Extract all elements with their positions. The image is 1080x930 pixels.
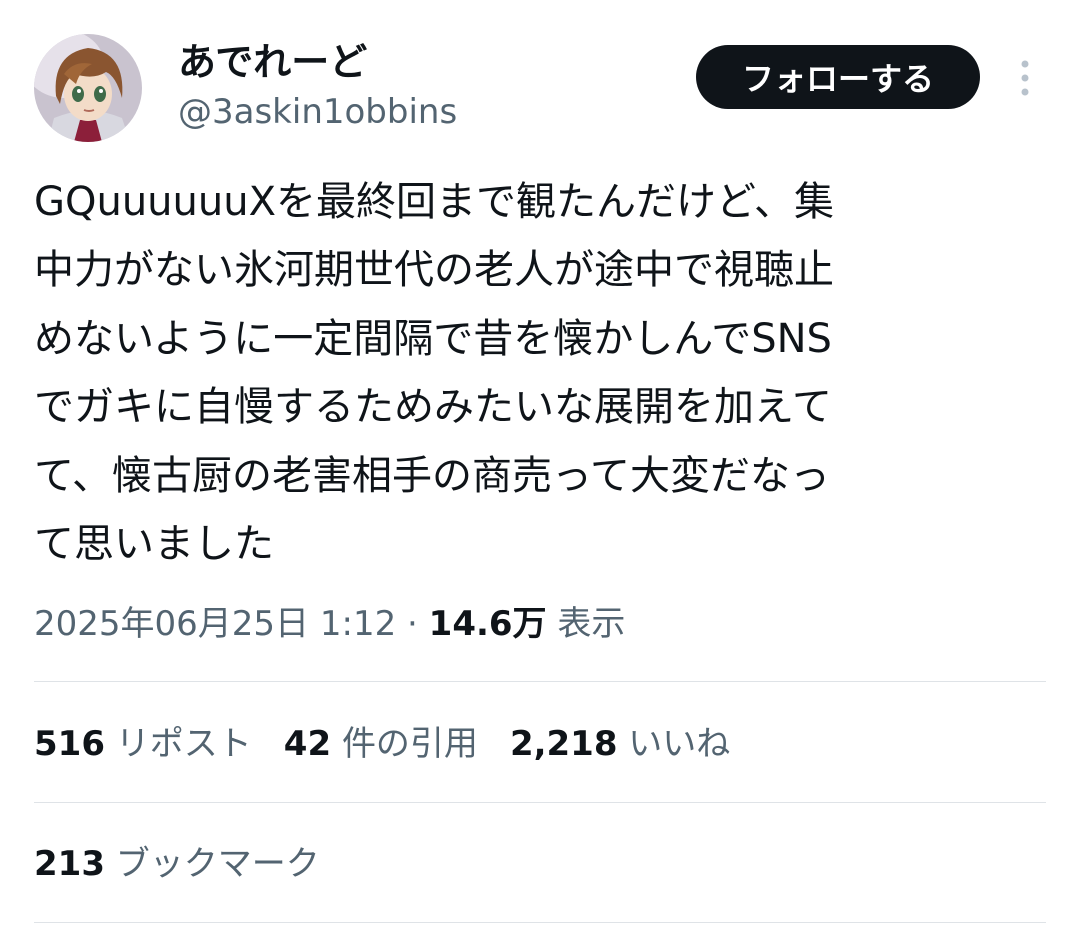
- vertical-ellipsis-icon: [1021, 60, 1029, 96]
- likes-label: いいね: [628, 724, 731, 764]
- reposts-stat[interactable]: 516 リポスト: [34, 718, 252, 770]
- likes-stat[interactable]: 2,218 いいね: [510, 718, 730, 770]
- bookmarks-stat[interactable]: 213 ブックマーク: [34, 838, 320, 890]
- quotes-stat[interactable]: 42 件の引用: [284, 718, 478, 770]
- bookmark-stats: 213 ブックマーク: [34, 838, 352, 890]
- tweet-meta: 2025年06月25日 1:12 · 14.6万 表示: [34, 598, 625, 650]
- follow-button[interactable]: フォローする: [696, 45, 980, 109]
- tweet-text-line: でガキに自慢するためみたいな展開を加えて: [34, 384, 832, 431]
- tweet-text-line: GQuuuuuuXを最終回まで観たんだけど、集: [34, 179, 834, 225]
- views-count[interactable]: 14.6万: [429, 604, 547, 644]
- divider: [34, 922, 1046, 923]
- timestamp[interactable]: 2025年06月25日 1:12: [34, 604, 396, 644]
- engagement-stats: 516 リポスト 42 件の引用 2,218 いいね: [34, 718, 762, 770]
- bookmarks-count: 213: [34, 844, 105, 884]
- meta-separator: ·: [396, 604, 429, 644]
- views-label: 表示: [557, 604, 626, 644]
- avatar-image: [34, 34, 142, 142]
- likes-count: 2,218: [509, 724, 618, 764]
- more-options-button[interactable]: [1008, 56, 1042, 100]
- tweet-text-line: て、懐古厨の老害相手の商売って大変だなっ: [34, 452, 830, 499]
- reposts-label: リポスト: [115, 724, 252, 764]
- tweet-text: GQuuuuuuXを最終回まで観たんだけど、集 中力がない氷河期世代の老人が途中…: [34, 168, 1044, 578]
- divider: [34, 681, 1046, 682]
- user-handle[interactable]: @3askin1obbins: [178, 90, 457, 134]
- tweet-text-line: て思いました: [34, 520, 274, 567]
- quotes-label: 件の引用: [341, 724, 478, 764]
- avatar[interactable]: [34, 34, 142, 142]
- bookmarks-label: ブックマーク: [115, 844, 320, 884]
- display-name[interactable]: あでれーど: [178, 38, 367, 86]
- tweet-text-line: 中力がない氷河期世代の老人が途中で視聴止: [34, 247, 834, 294]
- divider: [34, 802, 1046, 803]
- reposts-count: 516: [34, 724, 105, 764]
- quotes-count: 42: [283, 724, 332, 764]
- tweet-text-line: めないように一定間隔で昔を懐かしんでSNS: [34, 315, 832, 362]
- tweet-detail: あでれーど @3askin1obbins フォローする GQuuuuuuXを最終…: [0, 0, 1080, 930]
